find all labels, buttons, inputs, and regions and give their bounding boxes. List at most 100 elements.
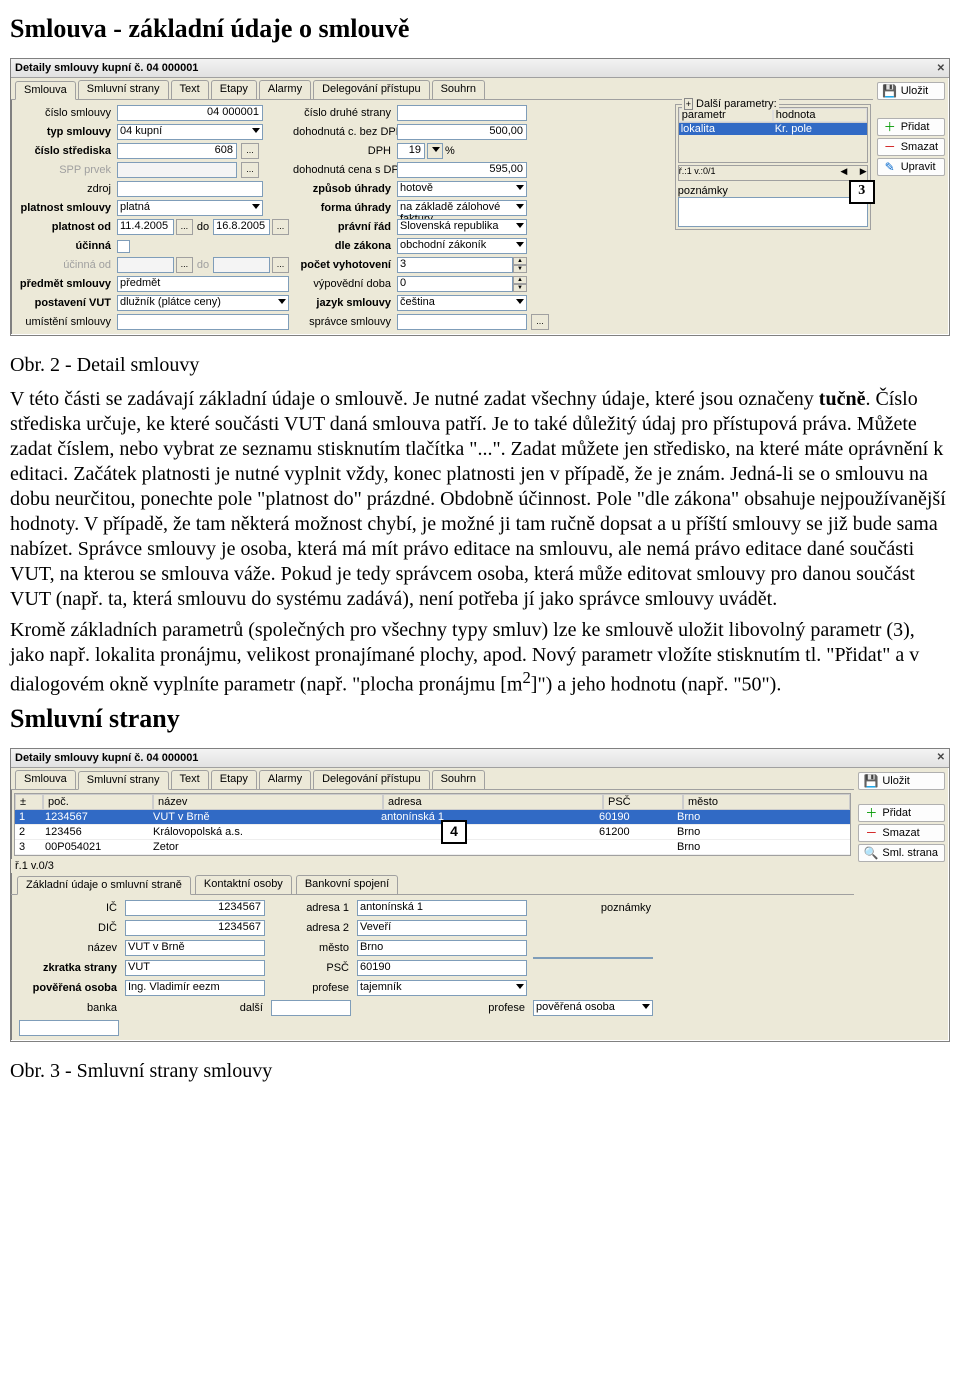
input-ucinna-od — [117, 257, 174, 273]
titlebar-2: Detaily smlouvy kupní č. 04 000001 ✕ — [11, 749, 949, 768]
heading-smlouva: Smlouva - základní údaje o smlouvě — [10, 14, 950, 44]
tab-text[interactable]: Text — [171, 770, 209, 789]
select-profese[interactable]: tajemník — [357, 980, 527, 996]
input-umisteni[interactable] — [117, 314, 289, 330]
textarea-poznamky2[interactable] — [533, 957, 653, 959]
label-adresa2: adresa 2 — [271, 922, 351, 934]
input-pocet-vyhotoveni[interactable]: 3 — [397, 257, 513, 273]
label-mesto: město — [271, 942, 351, 954]
input-banka[interactable] — [19, 1020, 119, 1036]
input-nazev[interactable]: VUT v Brně — [125, 940, 265, 956]
select-jazyk[interactable]: čeština — [397, 295, 527, 311]
date-picker-od-button[interactable]: ... — [176, 219, 193, 235]
textarea-poznamky[interactable] — [678, 197, 868, 227]
input-platnost-do[interactable]: 16.8.2005 — [213, 219, 270, 235]
collapse-icon[interactable]: ✕ — [937, 63, 945, 74]
input-osoba[interactable]: Ing. Vladimír eezm — [125, 980, 265, 996]
form-left: číslo smlouvy 04 000001 číslo druhé stra… — [11, 100, 673, 335]
date-picker-ucdo-button[interactable]: ... — [272, 257, 289, 273]
date-picker-do-button[interactable]: ... — [272, 219, 289, 235]
select-zpusob-uhrady[interactable]: hotově — [397, 181, 527, 197]
input-platnost-od[interactable]: 11.4.2005 — [117, 219, 174, 235]
input-cislo-strediska[interactable]: 608 — [117, 143, 237, 159]
tab-delegovani[interactable]: Delegování přístupu — [313, 770, 429, 789]
input-cislo-druhe-strany[interactable] — [397, 105, 527, 121]
input-dic[interactable]: 1234567 — [125, 920, 265, 936]
tab-delegovani[interactable]: Delegování přístupu — [313, 80, 429, 99]
input-psc[interactable]: 60190 — [357, 960, 527, 976]
input-vypovedni-doba[interactable]: 0 — [397, 276, 513, 292]
subtab-bankovni[interactable]: Bankovní spojení — [296, 875, 398, 894]
input-bez-dph[interactable]: 500,00 — [397, 124, 527, 140]
select-pravni-rad[interactable]: Slovenská republika — [397, 219, 527, 235]
date-picker-ucod-button[interactable]: ... — [176, 257, 193, 273]
input-s-dph[interactable]: 595,00 — [397, 162, 527, 178]
add-button[interactable]: ＋Přidat — [858, 804, 945, 822]
tab-smlouva[interactable]: Smlouva — [15, 770, 76, 789]
dph-dropdown-button[interactable] — [427, 143, 443, 159]
lookup-spravce-button[interactable]: ... — [531, 314, 549, 330]
save-button[interactable]: 💾Uložit — [877, 82, 945, 100]
select-dle-zakona[interactable]: obchodní zákoník — [397, 238, 527, 254]
subtab-kontaktni[interactable]: Kontaktní osoby — [195, 875, 292, 894]
delete-button[interactable]: －Smazat — [858, 824, 945, 842]
select-typ-smlouvy[interactable]: 04 kupní — [117, 124, 263, 140]
tab-alarmy[interactable]: Alarmy — [259, 80, 311, 99]
label-poznamky: poznámky — [533, 902, 653, 914]
label-forma-uhrady: forma úhrady — [293, 202, 393, 214]
select-platnost-smlouvy[interactable]: platná — [117, 200, 263, 216]
stepper-vypov[interactable]: ▲▼ — [513, 276, 527, 292]
table-row[interactable]: 11234567VUT v Brněantonínská 160190Brno — [15, 810, 850, 825]
select-profese2[interactable]: pověřená osoba — [533, 1000, 653, 1016]
subtab-zakladni[interactable]: Základní údaje o smluvní straně — [17, 876, 191, 895]
checkbox-ucinna[interactable] — [117, 240, 130, 253]
input-predmet[interactable]: předmět — [117, 276, 289, 292]
label-cislo-druhe-strany: číslo druhé strany — [293, 107, 393, 119]
tab-alarmy[interactable]: Alarmy — [259, 770, 311, 789]
minus-icon: － — [865, 827, 877, 839]
input-cislo-smlouvy[interactable]: 04 000001 — [117, 105, 263, 121]
stepper-vyhotoveni[interactable]: ▲▼ — [513, 257, 527, 273]
label-zpusob-uhrady: způsob úhrady — [293, 183, 393, 195]
input-ic[interactable]: 1234567 — [125, 900, 265, 916]
input-zdroj[interactable] — [117, 181, 263, 197]
input-adresa2[interactable]: Veveří — [357, 920, 527, 936]
plus-icon[interactable]: + — [684, 98, 693, 110]
input-adresa1[interactable]: antonínská 1 — [357, 900, 527, 916]
params-row-selected[interactable]: lokalitaKr. pole — [679, 123, 867, 135]
smluvni-strany-grid[interactable]: ± poč. název adresa PSČ město 11234567VU… — [14, 793, 851, 856]
table-row[interactable]: 300P054021ZetorBrno — [15, 840, 850, 855]
save-button[interactable]: 💾Uložit — [858, 772, 945, 790]
tab-etapy[interactable]: Etapy — [211, 770, 257, 789]
add-button[interactable]: ＋Přidat — [877, 118, 945, 136]
delete-button[interactable]: －Smazat — [877, 138, 945, 156]
tabs: Smlouva Smluvní strany Text Etapy Alarmy… — [11, 78, 873, 100]
params-scroll[interactable]: ř.:1 v.:0/1◀ ▶ — [678, 165, 868, 181]
label-ic: IČ — [19, 902, 119, 914]
sml-strana-button[interactable]: 🔍Sml. strana — [858, 844, 945, 862]
tab-smluvni-strany[interactable]: Smluvní strany — [78, 80, 169, 99]
tab-smlouva[interactable]: Smlouva — [15, 81, 76, 100]
input-zkratka[interactable]: VUT — [125, 960, 265, 976]
input-mesto[interactable]: Brno — [357, 940, 527, 956]
table-row[interactable]: 2123456Královopolská a.s.61200Brno — [15, 825, 850, 840]
right-toolbar-2: 💾Uložit ＋Přidat －Smazat 🔍Sml. strana — [854, 768, 949, 1041]
collapse-icon[interactable]: ✕ — [937, 752, 945, 763]
tab-souhrn[interactable]: Souhrn — [432, 770, 485, 789]
select-forma-uhrady[interactable]: na základě zálohové faktury — [397, 200, 527, 216]
lookup-spp-button[interactable]: ... — [241, 162, 259, 178]
tab-smluvni-strany[interactable]: Smluvní strany — [78, 771, 169, 790]
label-umisteni: umístění smlouvy — [17, 316, 113, 328]
input-dph[interactable]: 19 — [397, 143, 425, 159]
label-dph: DPH — [293, 145, 393, 157]
tab-etapy[interactable]: Etapy — [211, 80, 257, 99]
label-zkratka: zkratka strany — [19, 962, 119, 974]
tab-text[interactable]: Text — [171, 80, 209, 99]
edit-button[interactable]: ✎Upravit — [877, 158, 945, 176]
lookup-stredisko-button[interactable]: ... — [241, 143, 259, 159]
input-dalsi[interactable] — [271, 1000, 351, 1016]
select-postaveni[interactable]: dlužník (plátce ceny) — [117, 295, 289, 311]
tab-souhrn[interactable]: Souhrn — [432, 80, 485, 99]
label-dle-zakona: dle zákona — [293, 240, 393, 252]
input-spravce[interactable] — [397, 314, 527, 330]
